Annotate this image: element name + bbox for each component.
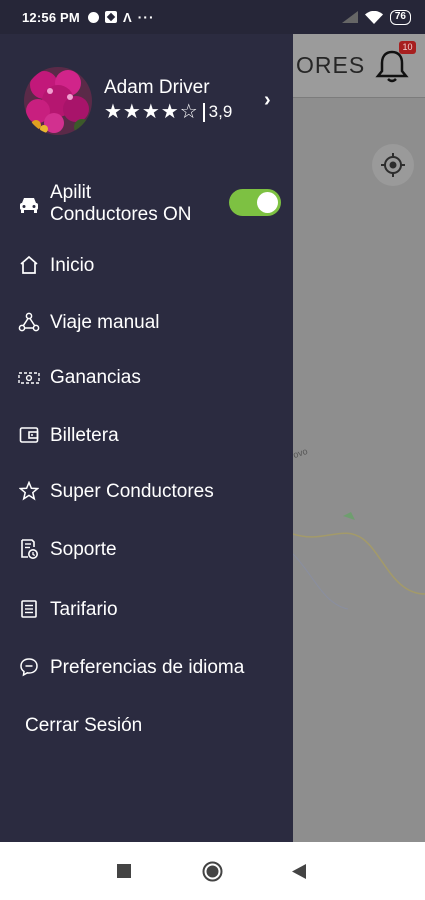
- app-header: ORES 10: [293, 34, 425, 98]
- profile-name: Adam Driver: [104, 77, 210, 98]
- profile-header[interactable]: Adam Driver ★★★★☆ 3,9 ›: [24, 67, 279, 135]
- rating-stars-icon: ★★★★☆: [104, 101, 199, 123]
- home-button-icon[interactable]: [202, 861, 223, 882]
- battery-indicator: 76: [389, 9, 411, 25]
- notification-badge: 10: [399, 41, 416, 54]
- online-toggle-switch[interactable]: [229, 189, 281, 216]
- support-icon: [18, 538, 40, 560]
- flower-avatar-image: [24, 67, 92, 135]
- rating-value: 3,9: [208, 102, 233, 121]
- star-icon: [18, 480, 40, 502]
- app-title: ORES: [296, 52, 366, 78]
- crosshair-icon: [381, 153, 405, 177]
- sidebar-item-label: Viaje manual: [50, 312, 160, 333]
- logout-label: Cerrar Sesión: [25, 715, 143, 736]
- route-icon: [18, 311, 40, 333]
- home-icon: [18, 254, 40, 276]
- background-map-screen[interactable]: ORES 10 ovo: [293, 34, 425, 842]
- sidebar-item-billetera[interactable]: Billetera: [0, 424, 293, 448]
- sidebar-item-label: Preferencias de idioma: [50, 657, 245, 678]
- toggle-knob: [257, 192, 278, 213]
- sidebar-item-conductores-on[interactable]: Apilit Conductores ON: [0, 180, 293, 230]
- status-time: 12:56 PM: [22, 9, 80, 25]
- more-status-icons: ···: [137, 9, 155, 25]
- box-status-icon: [104, 11, 117, 23]
- sidebar-item-ganancias[interactable]: Ganancias: [0, 366, 293, 390]
- sidebar-item-label: Super Conductores: [50, 481, 214, 502]
- sidebar-item-label: Billetera: [50, 425, 119, 446]
- list-icon: [18, 598, 40, 620]
- sidebar-item-tarifario[interactable]: Tarifario: [0, 598, 293, 622]
- sidebar-item-soporte[interactable]: Soporte: [0, 538, 293, 562]
- cash-icon: [18, 367, 40, 389]
- conductores-toggle-label-line2: Conductores ON: [50, 204, 192, 225]
- sidebar-item-viaje-manual[interactable]: Viaje manual: [0, 311, 293, 335]
- conductores-toggle-label-line1: Apilit: [50, 182, 92, 203]
- sidebar-item-label: Inicio: [50, 255, 95, 276]
- signal-icon: [341, 11, 358, 23]
- rating: ★★★★☆ 3,9: [104, 101, 232, 123]
- locate-button[interactable]: [372, 144, 414, 186]
- car-icon: [18, 194, 40, 216]
- wifi-icon: [364, 10, 383, 24]
- sidebar-item-inicio[interactable]: Inicio: [0, 254, 293, 278]
- system-navigation-bar: [0, 842, 425, 900]
- sidebar-item-super-conductores[interactable]: Super Conductores: [0, 480, 293, 504]
- navigation-drawer: Adam Driver ★★★★☆ 3,9 › Apilit Conductor…: [0, 34, 293, 842]
- pie-status-icon: [87, 11, 99, 23]
- a-status-icon: Λ: [122, 9, 132, 25]
- chat-icon: [18, 656, 40, 678]
- avatar: [24, 67, 92, 135]
- status-bar: 12:56 PM Λ ··· 76: [0, 0, 425, 34]
- recents-button-icon[interactable]: [117, 864, 131, 878]
- wallet-icon: [18, 424, 40, 446]
- rating-divider: [202, 102, 205, 122]
- sidebar-item-label: Soporte: [50, 539, 117, 560]
- logout-button[interactable]: Cerrar Sesión: [0, 714, 293, 738]
- sidebar-item-preferencias-idioma[interactable]: Preferencias de idioma: [0, 656, 293, 680]
- sidebar-item-label: Tarifario: [50, 599, 118, 620]
- back-button-icon[interactable]: [292, 864, 306, 879]
- sidebar-item-label: Ganancias: [50, 367, 141, 388]
- chevron-right-icon[interactable]: ›: [264, 89, 271, 112]
